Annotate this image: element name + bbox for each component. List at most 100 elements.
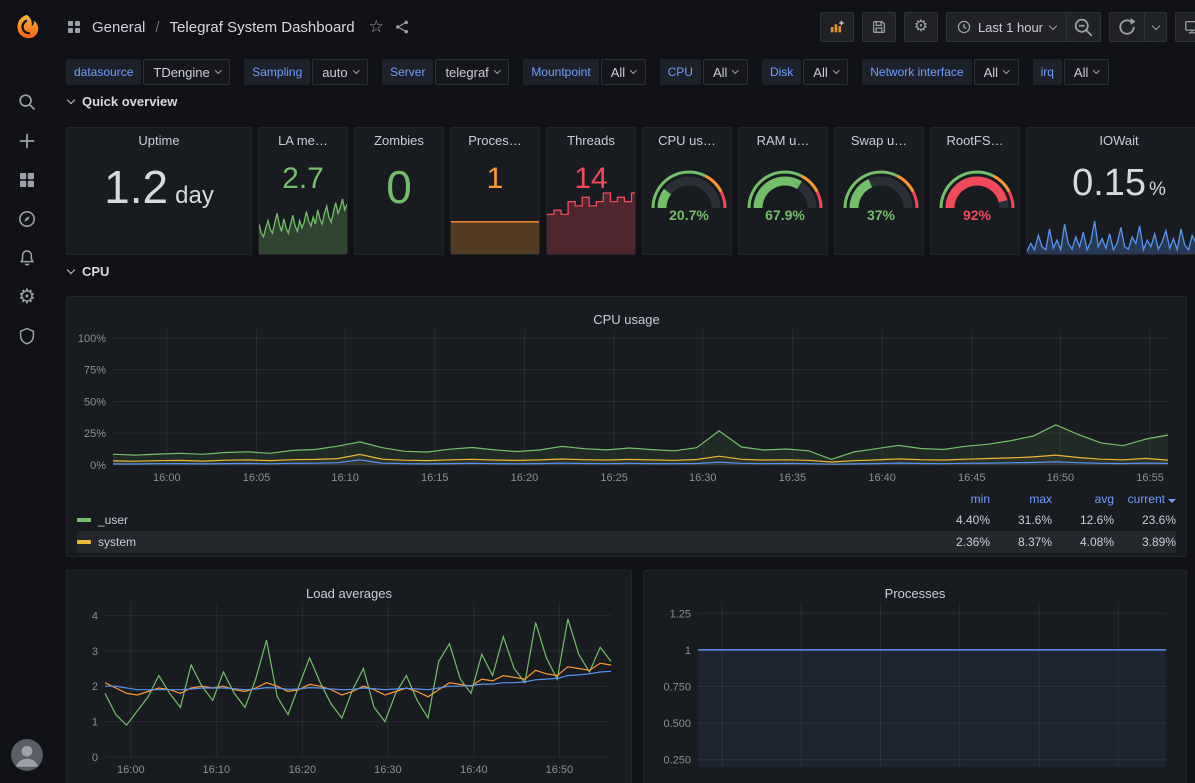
legend-row-user: _user4.40%31.6%12.6%23.6% bbox=[77, 509, 1176, 531]
variable-value-dropdown[interactable]: All bbox=[974, 59, 1019, 85]
variable-value-dropdown[interactable]: All bbox=[703, 59, 748, 85]
stat-panel-title[interactable]: RAM u… bbox=[739, 133, 827, 148]
stat-panel-title[interactable]: Zombies bbox=[355, 133, 443, 148]
variable-value-dropdown[interactable]: auto bbox=[312, 59, 368, 85]
svg-text:16:40: 16:40 bbox=[460, 764, 488, 776]
sidebar-item-dashboards[interactable] bbox=[0, 160, 54, 199]
star-icon[interactable]: ☆ bbox=[369, 17, 384, 37]
stat-value-box: 0.15% bbox=[1027, 164, 1195, 202]
time-range-picker[interactable]: Last 1 hour bbox=[947, 13, 1066, 41]
chevron-down-icon bbox=[353, 67, 359, 73]
gear-icon: ⚙ bbox=[914, 19, 928, 35]
sidebar-item-alerting[interactable] bbox=[0, 238, 54, 277]
variable-value-dropdown[interactable]: All bbox=[1064, 59, 1109, 85]
refresh-controls bbox=[1109, 12, 1167, 42]
refresh-button[interactable] bbox=[1110, 13, 1144, 41]
gauge: 67.9% bbox=[739, 158, 827, 224]
stat-panel-title[interactable]: RootFS… bbox=[931, 133, 1019, 148]
zoom-out-button[interactable] bbox=[1066, 13, 1100, 41]
svg-text:16:15: 16:15 bbox=[421, 472, 449, 484]
variable-value-dropdown[interactable]: All bbox=[601, 59, 646, 85]
stat-panel-proces: Proces… 1 bbox=[450, 127, 540, 255]
sidebar-item-add[interactable] bbox=[0, 121, 54, 160]
breadcrumb-section[interactable]: General bbox=[92, 19, 145, 36]
chevron-down-icon bbox=[630, 67, 636, 73]
svg-text:1: 1 bbox=[685, 645, 691, 657]
legend-series-name[interactable]: _user bbox=[77, 513, 928, 527]
legend-column-max[interactable]: max bbox=[990, 492, 1052, 506]
svg-text:16:35: 16:35 bbox=[779, 472, 807, 484]
svg-text:16:20: 16:20 bbox=[511, 472, 539, 484]
variable-label: Network interface bbox=[862, 59, 971, 85]
svg-text:2: 2 bbox=[92, 681, 98, 693]
stat-value-box: 1.2day bbox=[67, 164, 251, 210]
variable-label: CPU bbox=[660, 59, 701, 85]
stat-panel-cpu-us: CPU us…20.7% bbox=[642, 127, 732, 255]
variable-label: datasource bbox=[66, 59, 141, 85]
legend-value: 12.6% bbox=[1052, 513, 1114, 527]
legend-column-avg[interactable]: avg bbox=[1052, 492, 1114, 506]
refresh-interval-dropdown[interactable] bbox=[1144, 13, 1166, 41]
stat-value: 2.7 bbox=[282, 162, 324, 195]
sidebar-item-search[interactable] bbox=[0, 82, 54, 121]
kiosk-mode-button[interactable] bbox=[1175, 12, 1195, 42]
gear-icon: ⚙ bbox=[18, 287, 36, 307]
load-averages-chart[interactable]: 0123416:0016:1016:2016:3016:4016:50 bbox=[75, 593, 625, 783]
cpu-usage-chart[interactable]: 0%25%50%75%100%16:0016:0516:1016:1516:20… bbox=[75, 319, 1180, 489]
stat-panel-title[interactable]: Swap u… bbox=[835, 133, 923, 148]
legend-value: 4.40% bbox=[928, 513, 990, 527]
svg-text:1.25: 1.25 bbox=[670, 608, 691, 620]
sidebar-item-explore[interactable] bbox=[0, 199, 54, 238]
legend-series-name[interactable]: system bbox=[77, 535, 928, 549]
svg-text:16:50: 16:50 bbox=[546, 764, 574, 776]
variable-label: irq bbox=[1033, 59, 1062, 85]
variable-value-dropdown[interactable]: TDengine bbox=[143, 59, 230, 85]
legend-value: 4.08% bbox=[1052, 535, 1114, 549]
stat-panel-threads: Threads 14 bbox=[546, 127, 636, 255]
legend-column-min[interactable]: min bbox=[928, 492, 990, 506]
stat-value-box: 14 bbox=[547, 164, 635, 194]
stat-panel-title[interactable]: CPU us… bbox=[643, 133, 731, 148]
variable-label: Server bbox=[382, 59, 433, 85]
share-icon[interactable] bbox=[394, 19, 410, 35]
variable-value-dropdown[interactable]: telegraf bbox=[435, 59, 509, 85]
save-dashboard-button[interactable] bbox=[862, 12, 896, 42]
svg-text:0%: 0% bbox=[90, 460, 106, 472]
svg-text:16:05: 16:05 bbox=[243, 472, 271, 484]
apps-grid-icon bbox=[66, 19, 82, 35]
legend-column-current[interactable]: current bbox=[1114, 492, 1176, 506]
grafana-logo[interactable] bbox=[12, 12, 42, 42]
stat-value: 1 bbox=[487, 162, 504, 195]
add-panel-button[interactable] bbox=[820, 12, 854, 42]
stat-value: 0 bbox=[386, 164, 412, 210]
user-avatar[interactable] bbox=[11, 739, 43, 771]
stat-panel-iowait: IOWait 0.15% bbox=[1026, 127, 1195, 255]
variable-label: Mountpoint bbox=[523, 59, 598, 85]
chevron-down-icon bbox=[1049, 21, 1057, 29]
stat-panel-title[interactable]: IOWait bbox=[1027, 133, 1195, 148]
stat-panel-title[interactable]: LA me… bbox=[259, 133, 347, 148]
svg-text:67.9%: 67.9% bbox=[765, 207, 805, 223]
variable-disk: DiskAll bbox=[762, 59, 848, 85]
svg-text:3: 3 bbox=[92, 646, 98, 658]
variable-network-interface: Network interfaceAll bbox=[862, 59, 1018, 85]
svg-text:50%: 50% bbox=[84, 396, 106, 408]
variable-value-dropdown[interactable]: All bbox=[803, 59, 848, 85]
search-icon bbox=[17, 92, 37, 112]
sidebar-item-configuration[interactable]: ⚙ bbox=[0, 277, 54, 316]
breadcrumb-title[interactable]: Telegraf System Dashboard bbox=[170, 19, 355, 36]
stat-unit: % bbox=[1149, 179, 1166, 200]
processes-chart[interactable]: 1.2510.7500.5000.250 bbox=[652, 593, 1180, 783]
chevron-down-icon bbox=[1003, 67, 1009, 73]
svg-text:16:10: 16:10 bbox=[331, 472, 359, 484]
stat-panel-title[interactable]: Proces… bbox=[451, 133, 539, 148]
alerting-icon bbox=[17, 248, 37, 268]
stat-panel-title[interactable]: Uptime bbox=[67, 133, 251, 148]
row-header-cpu[interactable]: CPU bbox=[68, 264, 109, 279]
row-header-quick-overview[interactable]: Quick overview bbox=[68, 94, 177, 109]
stat-panel-title[interactable]: Threads bbox=[547, 133, 635, 148]
breadcrumb-separator: / bbox=[155, 19, 159, 36]
dashboard-settings-button[interactable]: ⚙ bbox=[904, 12, 938, 42]
sidebar-item-server-admin[interactable] bbox=[0, 316, 54, 355]
stat-unit: day bbox=[175, 184, 214, 208]
